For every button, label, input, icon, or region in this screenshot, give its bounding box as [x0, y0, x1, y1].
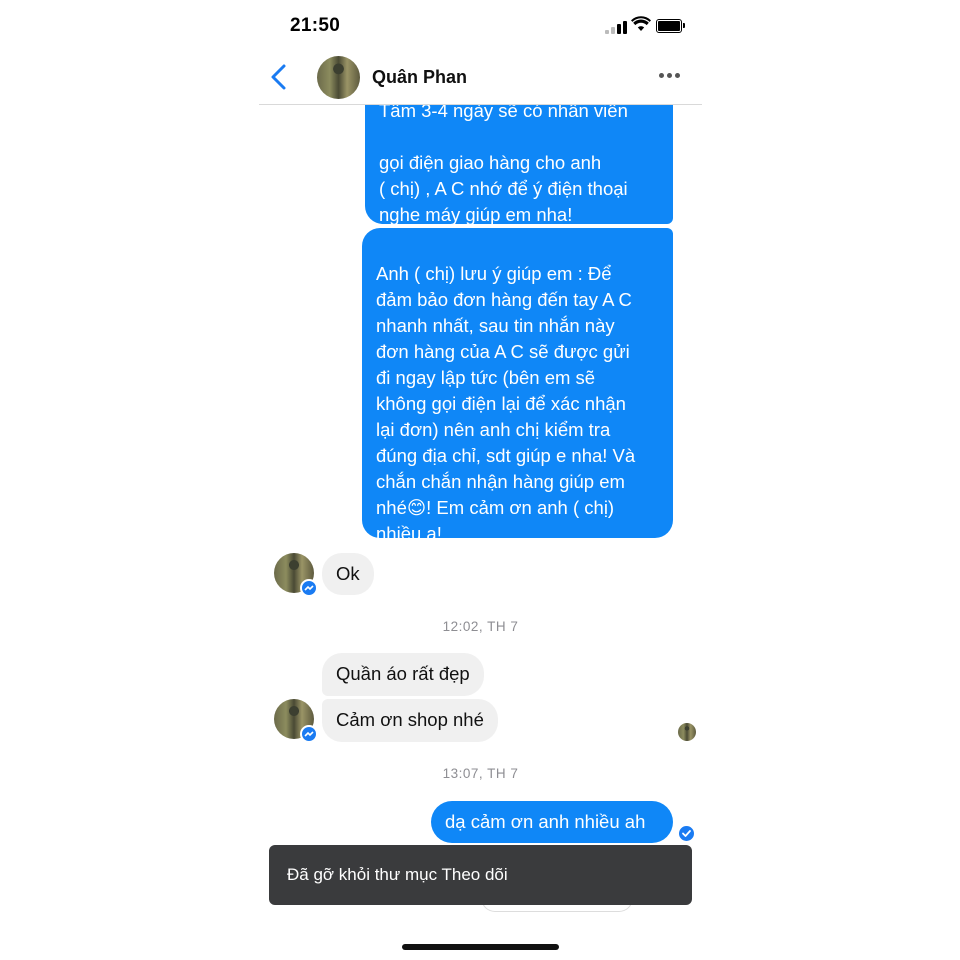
- sent-check-icon: [679, 826, 694, 841]
- incoming-message[interactable]: Cảm ơn shop nhé: [322, 699, 498, 742]
- seen-avatar: [678, 723, 696, 741]
- message-text: Cảm ơn shop nhé: [336, 709, 484, 730]
- more-dots-icon[interactable]: [659, 73, 683, 81]
- back-chevron-icon[interactable]: [265, 62, 295, 92]
- outgoing-message[interactable]: dạ cảm ơn anh nhiều ah: [431, 801, 673, 843]
- message-text: Quần áo rất đẹp: [336, 663, 470, 684]
- message-text: Ok: [336, 563, 360, 584]
- message-text: dạ cảm ơn anh nhiều ah: [445, 811, 646, 832]
- phone-screen: 21:50 Quân Phan Tầm 3-4 ngày sẽ có nhân …: [259, 0, 702, 960]
- timestamp: 12:02, TH 7: [442, 619, 519, 634]
- status-time: 21:50: [290, 15, 341, 36]
- incoming-message[interactable]: Quần áo rất đẹp: [322, 653, 484, 696]
- wifi-icon: [631, 16, 651, 32]
- messenger-badge-icon: [300, 579, 318, 597]
- toast-notification: Đã gỡ khỏi thư mục Theo dõi: [269, 845, 692, 905]
- toast-text: Đã gỡ khỏi thư mục Theo dõi: [287, 865, 508, 884]
- outgoing-message[interactable]: Anh ( chị) lưu ý giúp em : Để đảm bảo đơ…: [362, 228, 673, 544]
- contact-name[interactable]: Quân Phan: [372, 67, 467, 88]
- messenger-badge-icon: [300, 725, 318, 743]
- signal-icon: [605, 20, 627, 34]
- home-indicator[interactable]: [402, 944, 559, 950]
- status-bar: 21:50: [259, 0, 702, 50]
- incoming-message[interactable]: Ok: [322, 553, 374, 595]
- timestamp: 13:07, TH 7: [442, 766, 519, 781]
- contact-avatar[interactable]: [317, 56, 360, 99]
- conversation-header: Quân Phan: [259, 50, 702, 105]
- message-text: Anh ( chị) lưu ý giúp em : Để đảm bảo đơ…: [376, 263, 636, 544]
- battery-icon: [656, 19, 685, 33]
- message-list[interactable]: Tầm 3-4 ngày sẽ có nhân viên gọi điện gi…: [259, 66, 702, 960]
